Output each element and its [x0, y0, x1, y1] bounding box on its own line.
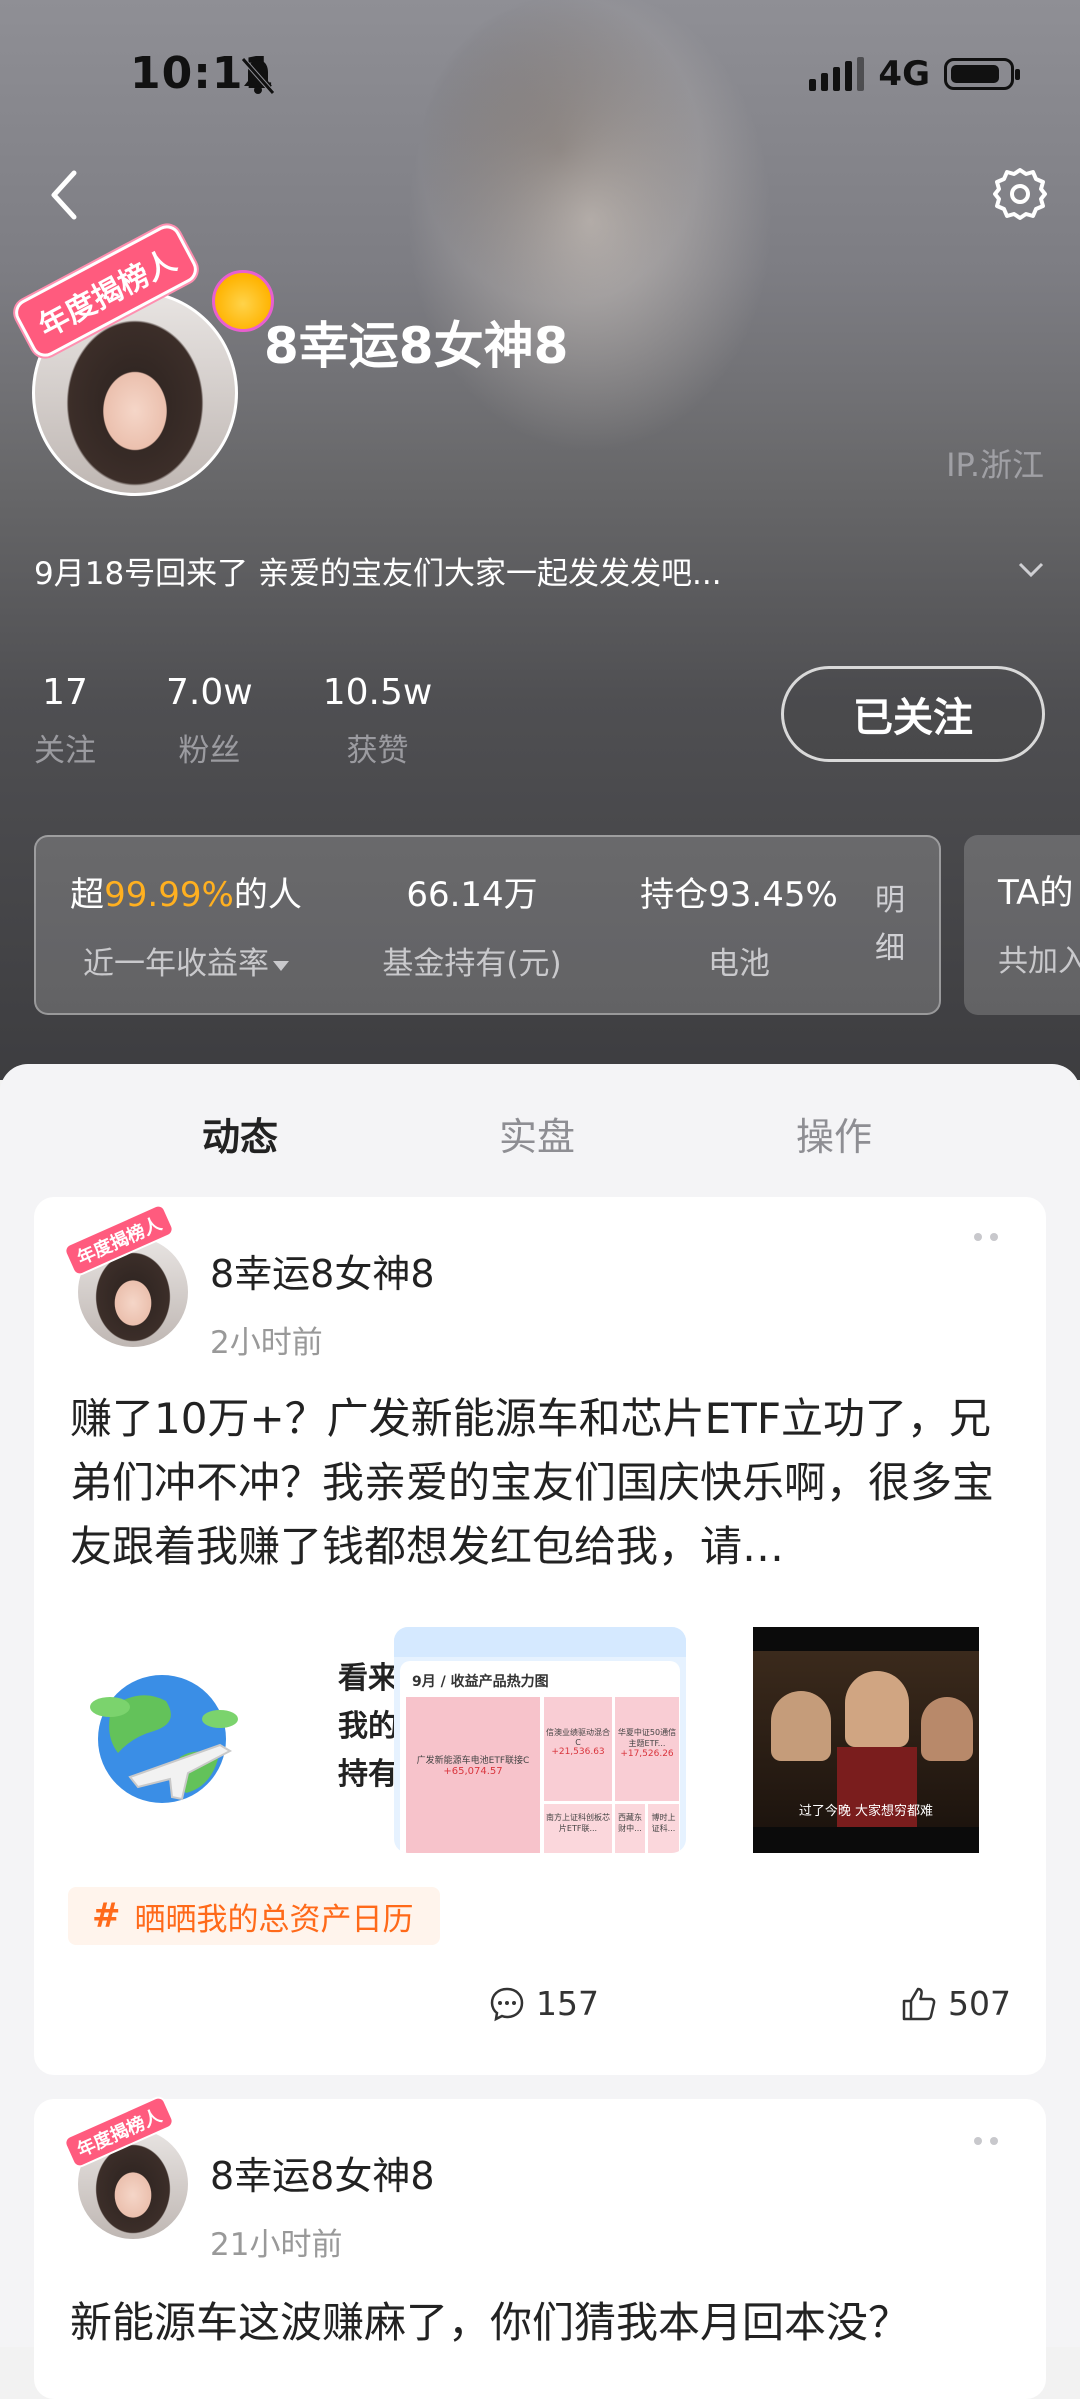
- stat-label: 获赞: [346, 733, 409, 769]
- thumbs-up-icon: [902, 1987, 936, 2020]
- comment-icon: [490, 1987, 524, 2021]
- movie-figure: [771, 1691, 831, 1761]
- hashtag-icon: #: [92, 1896, 121, 1936]
- heatmap-cell-value: +17,526.26: [620, 1749, 674, 1759]
- caret-down-icon: [273, 960, 289, 971]
- heatmap-cell-name: 信澳业绩驱动混合C: [546, 1728, 610, 1747]
- tab-dynamics[interactable]: 动态: [202, 1106, 278, 1161]
- movie-figure: [921, 1697, 973, 1761]
- heatmap-cell: 南方上证科创板芯片ETF联...: [544, 1804, 612, 1853]
- position-label: 电池: [708, 946, 770, 982]
- profile-stats: 17 关注 7.0w 粉丝 10.5w 获赞: [34, 672, 502, 770]
- side-card-title: TA的: [998, 873, 1074, 913]
- stat-value: 7.0w: [166, 672, 253, 713]
- heatmap-cell-name: 南方上证科创板芯片ETF联...: [546, 1813, 610, 1833]
- tab-operations[interactable]: 操作: [796, 1106, 872, 1161]
- holding-value: 66.14万: [406, 875, 538, 915]
- rank-value: 99.99%: [104, 875, 234, 915]
- signal-icon: [809, 57, 865, 91]
- network-type: 4G: [878, 54, 930, 94]
- profile-bio[interactable]: 9月18号回来了 亲爱的宝友们大家一起发发发吧...: [34, 548, 722, 593]
- movie-subtitle: 过了今晚 大家想穷都难: [798, 1804, 934, 1819]
- following-button[interactable]: 已关注: [781, 666, 1045, 762]
- heatmap-cell-name: 博时上证科...: [651, 1813, 676, 1833]
- period-selector[interactable]: 近一年收益率: [36, 938, 336, 983]
- position-value: 持仓93.45%: [640, 875, 838, 915]
- comment-count: 157: [536, 1984, 599, 2023]
- post-avatar[interactable]: 年度揭榜人: [61, 1202, 194, 1353]
- heatmap-cell-value: +21,536.63: [551, 1747, 605, 1757]
- post-author[interactable]: 8幸运8女神8: [210, 2145, 435, 2200]
- rank-line: 超99.99%的人: [36, 867, 336, 916]
- profile-name: 8幸运8女神8: [264, 317, 569, 375]
- heatmap-cell-name: 广发新能源车电池ETF联接C: [416, 1756, 530, 1766]
- post-image-heatmap[interactable]: 9月 / 收益产品热力图 广发新能源车电池ETF联接C +65,074.57 信…: [394, 1627, 686, 1853]
- heatmap-title: 9月 / 收益产品热力图: [412, 1674, 549, 1690]
- heatmap-panel: 9月 / 收益产品热力图 广发新能源车电池ETF联接C +65,074.57 信…: [400, 1661, 680, 1853]
- comment-button[interactable]: 157: [488, 1984, 599, 2023]
- stat-value: 17: [42, 672, 88, 713]
- heatmap-cell-value: +65,074.57: [443, 1766, 503, 1777]
- heatmap-cell-name: 华夏中证50通信主题ETF...: [617, 1728, 677, 1748]
- caption-line: 持有: [338, 1757, 398, 1792]
- position-ratio: 持仓93.45% 电池: [614, 837, 864, 1017]
- detail-link[interactable]: 明细: [875, 877, 909, 973]
- globe-plane-icon: [90, 1675, 238, 1803]
- tab-real-portfolio[interactable]: 实盘: [499, 1106, 575, 1161]
- post-image-globe[interactable]: 看来 我的 持有: [70, 1627, 400, 1853]
- stat-label: 粉丝: [178, 733, 241, 769]
- like-button[interactable]: 507: [900, 1984, 1011, 2023]
- heatmap-cell: 信澳业绩驱动混合C +21,536.63: [544, 1697, 612, 1801]
- post-time: 2小时前: [210, 1325, 323, 1361]
- post-time: 21小时前: [210, 2227, 343, 2263]
- rank-suffix: 的人: [233, 875, 302, 915]
- post-text[interactable]: 新能源车这波赚麻了，你们猜我本月回本没？: [70, 2291, 1020, 2355]
- more-options-icon[interactable]: [972, 2135, 1002, 2147]
- stat-label: 关注: [34, 733, 96, 769]
- heatmap-cell: 博时上证科...: [648, 1804, 679, 1853]
- settings-gear-icon[interactable]: [990, 164, 1050, 224]
- topic-text: 晒晒我的总资产日历: [134, 1901, 414, 1938]
- fund-holding: 66.14万 基金持有(元): [352, 837, 592, 1017]
- post-images: 看来 我的 持有 9月 / 收益产品热力图 广发新能源车电池ETF联接C +65…: [34, 1627, 1046, 1853]
- battery-icon: [944, 58, 1020, 90]
- back-arrow-icon[interactable]: [44, 165, 84, 225]
- topic-tag[interactable]: # 晒晒我的总资产日历: [68, 1887, 440, 1945]
- movie-frame: 过了今晚 大家想穷都难: [753, 1651, 979, 1827]
- caption-line: 看来: [338, 1661, 398, 1696]
- heatmap-cell: 广发新能源车电池ETF联接C +65,074.57: [406, 1697, 540, 1853]
- holding-label: 基金持有(元): [382, 946, 562, 982]
- more-options-icon[interactable]: [972, 1231, 1002, 1243]
- movie-figure: [845, 1671, 909, 1747]
- ta-side-card[interactable]: TA的 共加入: [964, 835, 1080, 1015]
- status-indicators: 4G: [809, 54, 1020, 94]
- rank-prefix: 超: [70, 875, 105, 915]
- post-image-movie[interactable]: 过了今晚 大家想穷都难: [753, 1627, 979, 1853]
- chevron-down-icon[interactable]: [1016, 558, 1046, 582]
- post-text[interactable]: 赚了10万+？广发新能源车和芯片ETF立功了，兄弟们冲不冲？我亲爱的宝友们国庆快…: [70, 1387, 1020, 1579]
- caption-line: 我的: [338, 1709, 398, 1744]
- post-card[interactable]: 年度揭榜人 8幸运8女神8 21小时前 新能源车这波赚麻了，你们猜我本月回本没？: [34, 2094, 1046, 2399]
- stat-followers[interactable]: 7.0w 粉丝: [166, 672, 253, 770]
- stat-value: 10.5w: [322, 672, 433, 713]
- profile-avatar[interactable]: 年度揭榜人: [10, 220, 274, 496]
- bell-muted-icon: [241, 57, 275, 95]
- rank-label: 近一年收益率: [83, 946, 269, 982]
- heatmap-cell-name: 西藏东财中...: [618, 1813, 642, 1833]
- performance-card[interactable]: 超99.99%的人 近一年收益率 66.14万 基金持有(元) 持仓93.45%…: [34, 835, 941, 1015]
- heatmap-header: [394, 1627, 686, 1657]
- like-count: 507: [948, 1984, 1011, 2023]
- post-avatar[interactable]: 年度揭榜人: [61, 2094, 194, 2245]
- globe-caption: 看来 我的 持有: [338, 1655, 398, 1799]
- return-rank: 超99.99%的人 近一年收益率: [36, 837, 336, 1017]
- ip-location: IP.浙江: [946, 446, 1044, 484]
- stat-likes[interactable]: 10.5w 获赞: [323, 672, 433, 770]
- stat-following[interactable]: 17 关注: [34, 672, 96, 770]
- profile-tabs: 动态 实盘 操作: [0, 1092, 1080, 1172]
- side-card-sub: 共加入: [998, 944, 1080, 979]
- heatmap-cell: 华夏中证50通信主题ETF... +17,526.26: [615, 1697, 679, 1801]
- heatmap-cell: 西藏东财中...: [615, 1804, 645, 1853]
- post-author[interactable]: 8幸运8女神8: [210, 1243, 435, 1298]
